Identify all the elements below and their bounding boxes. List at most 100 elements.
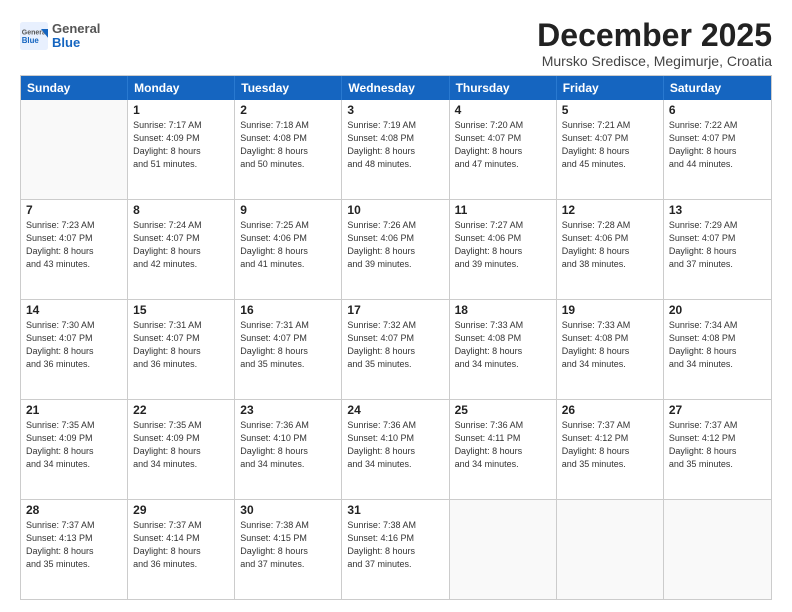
calendar-body: 1Sunrise: 7:17 AMSunset: 4:09 PMDaylight… (21, 100, 771, 599)
calendar-cell: 18 Sunrise: 7:33 AMSunset: 4:08 PMDayligh… (450, 300, 557, 399)
calendar-cell: 12 Sunrise: 7:28 AMSunset: 4:06 PMDayligh… (557, 200, 664, 299)
day-info: Sunrise: 7:35 AMSunset: 4:09 PMDaylight:… (133, 419, 229, 471)
day-number: 5 (562, 103, 658, 117)
day-number: 18 (455, 303, 551, 317)
calendar-cell: 3 Sunrise: 7:19 AMSunset: 4:08 PMDaylight… (342, 100, 449, 199)
day-info: Sunrise: 7:29 AMSunset: 4:07 PMDaylight:… (669, 219, 766, 271)
day-number: 31 (347, 503, 443, 517)
day-info: Sunrise: 7:31 AMSunset: 4:07 PMDaylight:… (133, 319, 229, 371)
calendar-cell: 10 Sunrise: 7:26 AMSunset: 4:06 PMDayligh… (342, 200, 449, 299)
day-info: Sunrise: 7:20 AMSunset: 4:07 PMDaylight:… (455, 119, 551, 171)
day-number: 11 (455, 203, 551, 217)
calendar-cell (664, 500, 771, 599)
day-number: 30 (240, 503, 336, 517)
calendar-cell: 8 Sunrise: 7:24 AMSunset: 4:07 PMDaylight… (128, 200, 235, 299)
logo-icon: General Blue (20, 22, 48, 50)
calendar-cell (21, 100, 128, 199)
day-number: 12 (562, 203, 658, 217)
calendar-cell: 2 Sunrise: 7:18 AMSunset: 4:08 PMDaylight… (235, 100, 342, 199)
calendar-cell: 20Sunrise: 7:34 AMSunset: 4:08 PMDayligh… (664, 300, 771, 399)
day-info: Sunrise: 7:19 AMSunset: 4:08 PMDaylight:… (347, 119, 443, 171)
day-info: Sunrise: 7:38 AMSunset: 4:16 PMDaylight:… (347, 519, 443, 571)
day-number: 14 (26, 303, 122, 317)
calendar-cell: 9 Sunrise: 7:25 AMSunset: 4:06 PMDaylight… (235, 200, 342, 299)
calendar-cell: 6 Sunrise: 7:22 AMSunset: 4:07 PMDaylight… (664, 100, 771, 199)
calendar-header-saturday: Saturday (664, 76, 771, 100)
day-info: Sunrise: 7:37 AMSunset: 4:14 PMDaylight:… (133, 519, 229, 571)
calendar-cell (450, 500, 557, 599)
day-info: Sunrise: 7:22 AMSunset: 4:07 PMDaylight:… (669, 119, 766, 171)
day-info: Sunrise: 7:36 AMSunset: 4:10 PMDaylight:… (347, 419, 443, 471)
calendar-cell: 26Sunrise: 7:37 AMSunset: 4:12 PMDayligh… (557, 400, 664, 499)
calendar-cell: 5 Sunrise: 7:21 AMSunset: 4:07 PMDaylight… (557, 100, 664, 199)
day-number: 17 (347, 303, 443, 317)
day-number: 3 (347, 103, 443, 117)
day-info: Sunrise: 7:28 AMSunset: 4:06 PMDaylight:… (562, 219, 658, 271)
calendar-row-1: 7 Sunrise: 7:23 AMSunset: 4:07 PMDaylight… (21, 199, 771, 299)
svg-text:Blue: Blue (22, 36, 40, 45)
page: General Blue General Blue December 2025 … (0, 0, 792, 612)
day-info: Sunrise: 7:23 AMSunset: 4:07 PMDaylight:… (26, 219, 122, 271)
day-info: Sunrise: 7:37 AMSunset: 4:13 PMDaylight:… (26, 519, 122, 571)
day-info: Sunrise: 7:27 AMSunset: 4:06 PMDaylight:… (455, 219, 551, 271)
day-info: Sunrise: 7:30 AMSunset: 4:07 PMDaylight:… (26, 319, 122, 371)
calendar-row-2: 14 Sunrise: 7:30 AMSunset: 4:07 PMDayligh… (21, 299, 771, 399)
day-info: Sunrise: 7:36 AMSunset: 4:11 PMDaylight:… (455, 419, 551, 471)
day-info: Sunrise: 7:33 AMSunset: 4:08 PMDaylight:… (455, 319, 551, 371)
calendar-cell: 17Sunrise: 7:32 AMSunset: 4:07 PMDayligh… (342, 300, 449, 399)
calendar-cell: 4 Sunrise: 7:20 AMSunset: 4:07 PMDaylight… (450, 100, 557, 199)
day-info: Sunrise: 7:26 AMSunset: 4:06 PMDaylight:… (347, 219, 443, 271)
day-number: 7 (26, 203, 122, 217)
day-number: 15 (133, 303, 229, 317)
calendar-row-3: 21Sunrise: 7:35 AMSunset: 4:09 PMDayligh… (21, 399, 771, 499)
logo-text: General Blue (52, 22, 100, 51)
day-number: 9 (240, 203, 336, 217)
calendar-cell: 15 Sunrise: 7:31 AMSunset: 4:07 PMDayligh… (128, 300, 235, 399)
calendar-cell: 29 Sunrise: 7:37 AMSunset: 4:14 PMDayligh… (128, 500, 235, 599)
calendar-cell: 28Sunrise: 7:37 AMSunset: 4:13 PMDayligh… (21, 500, 128, 599)
calendar-header-monday: Monday (128, 76, 235, 100)
day-info: Sunrise: 7:36 AMSunset: 4:10 PMDaylight:… (240, 419, 336, 471)
calendar-cell: 31 Sunrise: 7:38 AMSunset: 4:16 PMDayligh… (342, 500, 449, 599)
calendar-cell: 23 Sunrise: 7:36 AMSunset: 4:10 PMDayligh… (235, 400, 342, 499)
calendar-cell: 16 Sunrise: 7:31 AMSunset: 4:07 PMDayligh… (235, 300, 342, 399)
calendar-header-sunday: Sunday (21, 76, 128, 100)
day-number: 10 (347, 203, 443, 217)
day-number: 19 (562, 303, 658, 317)
day-info: Sunrise: 7:33 AMSunset: 4:08 PMDaylight:… (562, 319, 658, 371)
calendar-cell: 13Sunrise: 7:29 AMSunset: 4:07 PMDayligh… (664, 200, 771, 299)
header: General Blue General Blue December 2025 … (20, 18, 772, 69)
calendar-cell: 7 Sunrise: 7:23 AMSunset: 4:07 PMDaylight… (21, 200, 128, 299)
day-info: Sunrise: 7:21 AMSunset: 4:07 PMDaylight:… (562, 119, 658, 171)
day-info: Sunrise: 7:31 AMSunset: 4:07 PMDaylight:… (240, 319, 336, 371)
logo: General Blue General Blue (20, 22, 100, 51)
subtitle: Mursko Sredisce, Megimurje, Croatia (537, 53, 772, 69)
title-block: December 2025 Mursko Sredisce, Megimurje… (537, 18, 772, 69)
month-title: December 2025 (537, 18, 772, 53)
day-info: Sunrise: 7:25 AMSunset: 4:06 PMDaylight:… (240, 219, 336, 271)
day-number: 23 (240, 403, 336, 417)
day-number: 16 (240, 303, 336, 317)
calendar-cell: 14 Sunrise: 7:30 AMSunset: 4:07 PMDayligh… (21, 300, 128, 399)
day-number: 8 (133, 203, 229, 217)
calendar-cell (557, 500, 664, 599)
calendar-cell: 27Sunrise: 7:37 AMSunset: 4:12 PMDayligh… (664, 400, 771, 499)
calendar-cell: 21Sunrise: 7:35 AMSunset: 4:09 PMDayligh… (21, 400, 128, 499)
calendar-cell: 1Sunrise: 7:17 AMSunset: 4:09 PMDaylight… (128, 100, 235, 199)
calendar-row-4: 28Sunrise: 7:37 AMSunset: 4:13 PMDayligh… (21, 499, 771, 599)
day-number: 29 (133, 503, 229, 517)
logo-general: General (52, 22, 100, 36)
day-info: Sunrise: 7:35 AMSunset: 4:09 PMDaylight:… (26, 419, 122, 471)
day-number: 1 (133, 103, 229, 117)
calendar-cell: 25 Sunrise: 7:36 AMSunset: 4:11 PMDayligh… (450, 400, 557, 499)
calendar-header-friday: Friday (557, 76, 664, 100)
day-info: Sunrise: 7:24 AMSunset: 4:07 PMDaylight:… (133, 219, 229, 271)
day-number: 25 (455, 403, 551, 417)
calendar-row-0: 1Sunrise: 7:17 AMSunset: 4:09 PMDaylight… (21, 100, 771, 199)
day-info: Sunrise: 7:18 AMSunset: 4:08 PMDaylight:… (240, 119, 336, 171)
calendar-header-wednesday: Wednesday (342, 76, 449, 100)
day-number: 6 (669, 103, 766, 117)
day-number: 2 (240, 103, 336, 117)
day-info: Sunrise: 7:37 AMSunset: 4:12 PMDaylight:… (562, 419, 658, 471)
day-number: 4 (455, 103, 551, 117)
